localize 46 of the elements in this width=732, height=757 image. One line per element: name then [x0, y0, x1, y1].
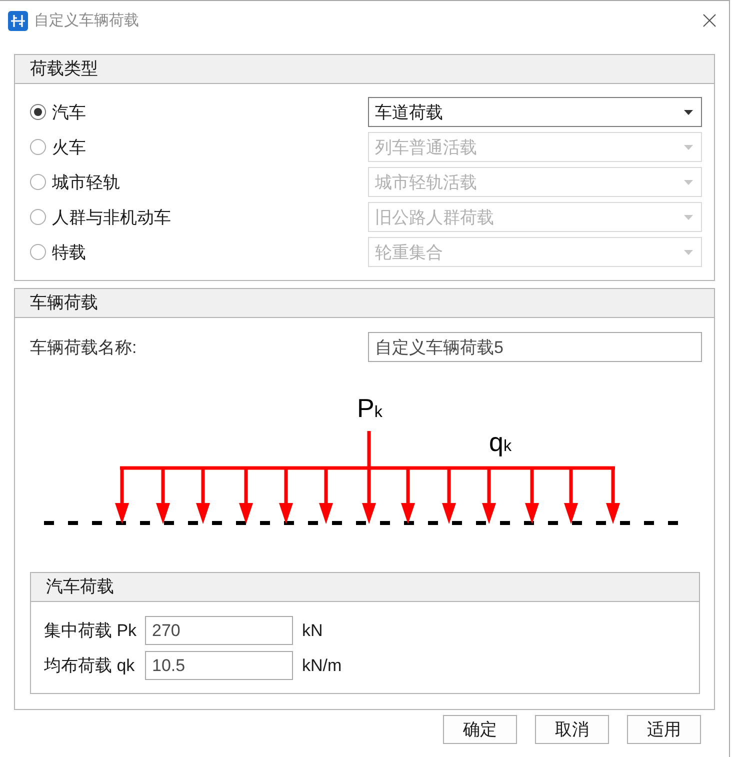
load-arrow — [564, 468, 578, 524]
radio-button[interactable] — [30, 244, 46, 260]
field-label: 车辆荷载名称: — [30, 336, 137, 358]
number-field[interactable]: 270 — [145, 616, 293, 645]
caret-icon — [684, 144, 693, 150]
caret-icon — [684, 214, 693, 220]
radio-button[interactable] — [30, 104, 46, 120]
radio-button[interactable] — [30, 209, 46, 225]
radio-label[interactable]: 特载 — [52, 240, 86, 264]
unit-label: kN — [302, 620, 323, 640]
section-header: 荷载类型 — [15, 55, 714, 84]
close-button[interactable] — [703, 14, 716, 27]
dialog-button[interactable]: 适用 — [627, 715, 701, 744]
dialog-button[interactable]: 取消 — [535, 715, 609, 744]
load-arrow — [525, 468, 539, 524]
section-header: 汽车荷载 — [31, 573, 699, 602]
app-icon — [8, 10, 28, 30]
load-arrow — [115, 468, 129, 524]
load-arrow — [401, 468, 415, 524]
radio-label[interactable]: 人群与非机动车 — [52, 206, 171, 228]
load-arrow — [279, 468, 293, 524]
load-arrow — [196, 468, 210, 524]
radio-label[interactable]: 火车 — [52, 136, 86, 158]
load-arrow — [156, 468, 170, 524]
radio-button[interactable] — [30, 174, 46, 190]
name-field[interactable]: 自定义车辆荷载5 — [368, 332, 702, 362]
caret-icon — [684, 250, 693, 254]
unit-label: kN/m — [302, 656, 342, 676]
load-arrow — [482, 468, 496, 524]
number-field[interactable]: 10.5 — [145, 651, 293, 680]
load-arrow — [319, 468, 333, 524]
caret-icon — [684, 110, 693, 114]
close-icon — [703, 14, 716, 27]
caret-icon — [684, 180, 693, 184]
radio-label[interactable]: 城市轻轨 — [52, 170, 120, 194]
section-header: 车辆荷载 — [15, 289, 714, 318]
radio-button[interactable] — [30, 139, 46, 155]
window-title: 自定义车辆荷载 — [34, 11, 139, 30]
field-label: 集中荷载 Pk — [44, 620, 138, 642]
load-arrow — [606, 468, 620, 524]
radio-label[interactable]: 汽车 — [52, 100, 86, 124]
dropdown[interactable]: 车道荷载 — [368, 97, 702, 127]
dialog-button[interactable]: 确定 — [443, 715, 517, 744]
load-arrow — [442, 468, 456, 524]
field-label: 均布荷载 qk — [44, 655, 136, 677]
load-arrow — [239, 468, 253, 524]
